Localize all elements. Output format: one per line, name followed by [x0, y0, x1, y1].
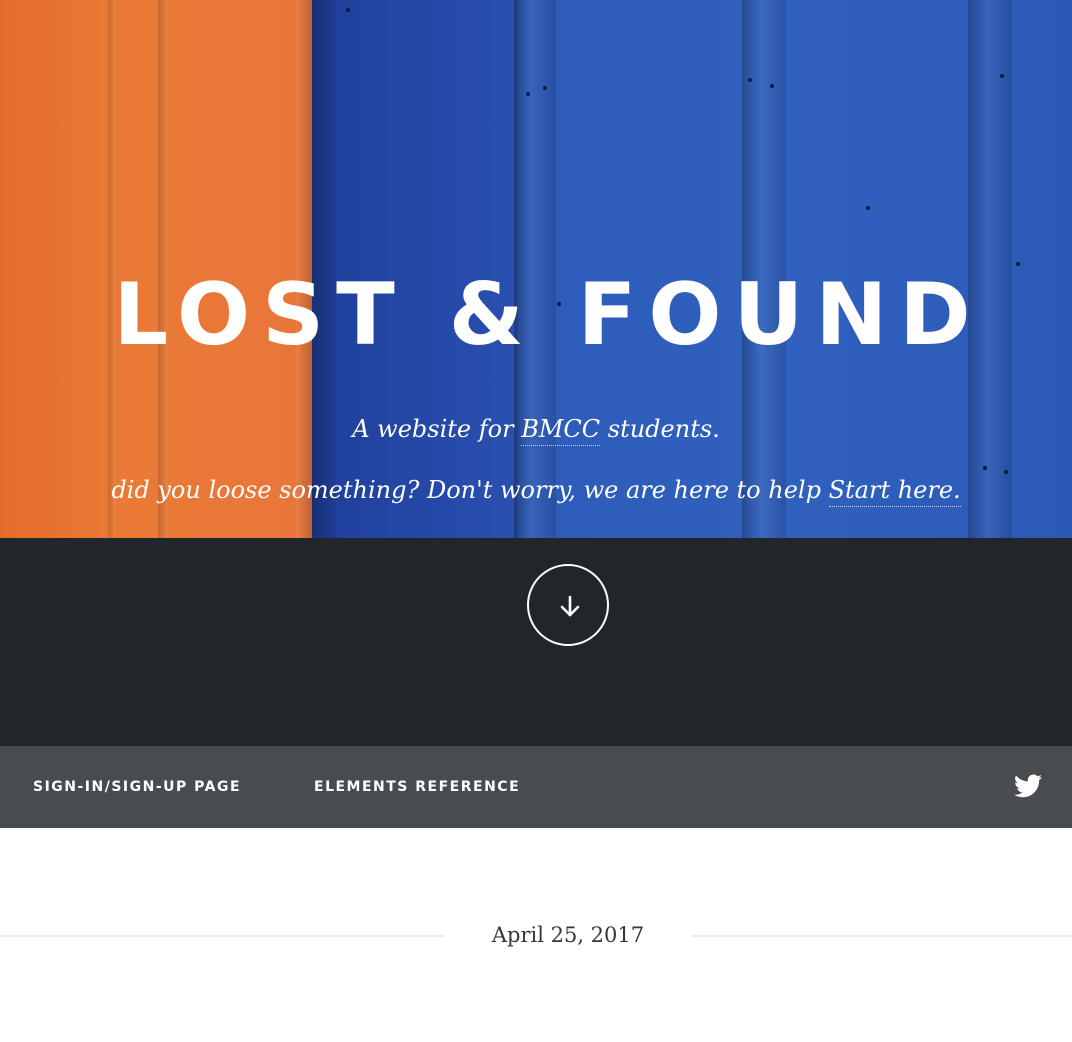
- help-text: did you loose something? Don't worry, we…: [111, 476, 829, 504]
- nav-item-elements-reference[interactable]: ELEMENTS REFERENCE: [314, 746, 520, 828]
- bmcc-link[interactable]: BMCC: [521, 415, 601, 446]
- nail-hole: [1000, 74, 1004, 78]
- nail-hole: [748, 78, 752, 82]
- help-message: did you loose something? Don't worry, we…: [0, 475, 1072, 507]
- post-list: April 25, 2017: [0, 828, 1072, 1042]
- main-navigation: SIGN-IN/SIGN-UP PAGE ELEMENTS REFERENCE: [0, 746, 1072, 828]
- post-date: April 25, 2017: [491, 923, 645, 947]
- tagline-suffix: students.: [600, 415, 720, 443]
- start-here-link[interactable]: Start here.: [828, 476, 961, 507]
- nail-hole: [1004, 470, 1008, 474]
- nail-hole: [346, 8, 350, 12]
- nail-hole: [543, 86, 547, 90]
- tagline-prefix: A website for: [352, 415, 522, 443]
- divider-line: [0, 935, 444, 937]
- nail-hole: [866, 206, 870, 210]
- site-title: LOST & FOUND: [113, 265, 983, 365]
- nail-hole: [526, 92, 530, 96]
- twitter-link[interactable]: [1014, 774, 1042, 798]
- nav-item-sign-in-sign-up[interactable]: SIGN-IN/SIGN-UP PAGE: [33, 746, 241, 828]
- divider-line: [692, 935, 1072, 937]
- scroll-down-button[interactable]: [527, 564, 609, 646]
- nail-hole: [983, 466, 987, 470]
- site-tagline: A website for BMCC students.: [0, 414, 1072, 446]
- intro-dark-band: [0, 538, 1072, 746]
- arrow-down-icon: [560, 595, 580, 617]
- hero-banner: LOST & FOUND A website for BMCC students…: [0, 0, 1072, 538]
- nail-hole: [770, 84, 774, 88]
- twitter-icon: [1014, 774, 1042, 798]
